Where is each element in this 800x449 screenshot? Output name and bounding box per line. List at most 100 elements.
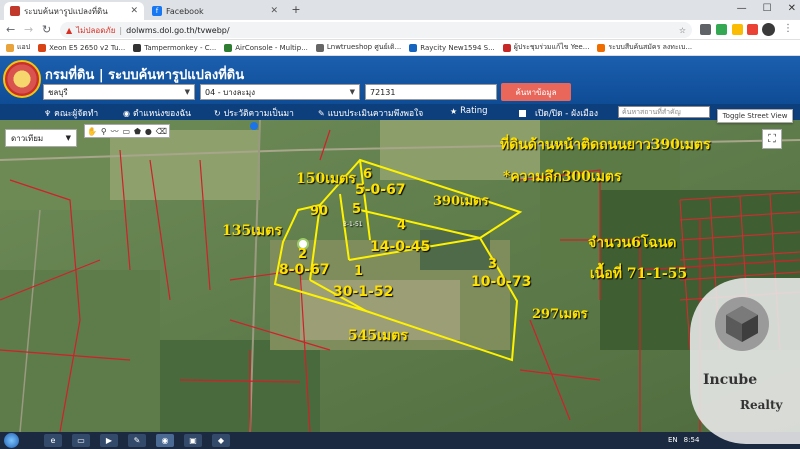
watermark-line2: Realty — [740, 398, 783, 412]
erase-icon[interactable]: ⌫ — [156, 127, 167, 136]
tab-facebook[interactable]: f Facebook ✕ — [146, 2, 284, 20]
bookmark-favicon-icon — [224, 43, 233, 52]
chevron-down-icon: ▼ — [349, 88, 355, 96]
province-select[interactable]: ชลบุรี ▼ — [43, 84, 195, 100]
map-view[interactable]: ดาวเทียม ▼ ✋ ⚲ 〰 ▭ ⬟ ● ⌫ ⛶ ที่ดินด้านหน้า… — [0, 120, 800, 432]
marker-icon[interactable]: ⚲ — [101, 127, 107, 136]
tab-strip: ระบบค้นหารูปแปลงที่ดิน ✕ f Facebook ✕ + … — [0, 0, 800, 20]
close-window-button[interactable]: ✕ — [788, 3, 796, 14]
windows-taskbar: e ▭ ▶ ✎ ◉ ▣ ◆ EN 8:54 — [0, 432, 800, 449]
bookmark-item[interactable]: ผู้ประชุมร่วมแก้ไข Yee... — [502, 42, 589, 53]
url-text: dolwms.dol.go.th/tvwebp/ — [126, 25, 230, 35]
extension-icon[interactable] — [716, 24, 727, 35]
dimension-90: 90 — [310, 204, 329, 219]
bookmark-item[interactable]: Xeon E5 2650 v2 Tu... — [38, 43, 125, 52]
trident-icon: ♆ — [44, 108, 52, 118]
edit-icon: ✎ — [318, 108, 325, 118]
bookmark-item[interactable]: Tampermonkey - C... — [133, 43, 216, 52]
profile-avatar[interactable] — [762, 23, 775, 36]
folder-icon[interactable]: ▭ — [72, 434, 90, 447]
system-tray: EN 8:54 — [668, 436, 699, 444]
minimize-button[interactable]: — — [737, 3, 747, 14]
history-icon: ↻ — [214, 108, 221, 118]
parcel-1-number: 1 — [354, 264, 364, 279]
dol-seal-icon — [3, 60, 41, 98]
watermark-line1: Incube — [703, 372, 758, 388]
site-menu-bar: ♆ คณะผู้จัดทำ ◉ ตำแหน่งของฉัน ↻ ประวัติความ… — [0, 104, 800, 120]
menu-item-zoning-toggle[interactable]: เปิด/ปิด - ผังเมือง — [519, 106, 598, 120]
apps-grid-icon — [6, 43, 14, 52]
start-button[interactable] — [4, 433, 19, 448]
bookmark-favicon-icon — [597, 43, 606, 52]
menu-item-my-location[interactable]: ◉ ตำแหน่งของฉัน — [123, 106, 191, 120]
back-arrow-icon[interactable]: ← — [6, 23, 15, 36]
menu-item-rating[interactable]: ★ Rating — [450, 106, 488, 116]
place-search-input[interactable]: ค้นหาสถานที่สำคัญ — [618, 106, 710, 118]
reload-icon[interactable]: ↻ — [42, 23, 51, 36]
menu-item-survey[interactable]: ✎ แบบประเมินความพึงพอใจ — [318, 106, 423, 120]
tab-dol-search[interactable]: ระบบค้นหารูปแปลงที่ดิน ✕ — [4, 2, 144, 20]
forward-arrow-icon[interactable]: → — [24, 23, 33, 36]
star-icon: ★ — [450, 106, 458, 116]
bookmark-item[interactable]: ระบบสืบค้นสมัคร ลงทะเบ... — [597, 42, 692, 53]
checkbox[interactable] — [519, 109, 526, 117]
district-select[interactable]: 04 - บางละมุง ▼ — [200, 84, 360, 100]
extension-icon[interactable] — [732, 24, 743, 35]
bookmark-star-icon[interactable]: ☆ — [679, 26, 686, 35]
app-icon[interactable]: ▣ — [184, 434, 202, 447]
parcel-number-input[interactable]: 72131 — [365, 84, 497, 100]
parcel-4-area: 14-0-45 — [370, 239, 431, 255]
bookmark-item[interactable]: แอป — [6, 42, 30, 53]
bookmark-favicon-icon — [38, 43, 47, 52]
parcel-5-area: 3-1-51 — [343, 221, 363, 228]
dimension-135m: 135เมตร — [222, 223, 282, 239]
street-view-toggle-button[interactable]: Toggle Street View — [717, 109, 793, 123]
page-title: กรมที่ดิน | ระบบค้นหารูปแปลงที่ดิน — [45, 68, 245, 83]
circle-icon[interactable]: ● — [145, 127, 152, 136]
polyline-icon[interactable]: 〰 — [111, 126, 119, 137]
warning-icon: ▲ — [66, 25, 73, 35]
menu-item-history[interactable]: ↻ ประวัติความเป็นมา — [214, 106, 294, 120]
bookmark-item[interactable]: Raycity New1594 S... — [409, 43, 495, 52]
rectangle-icon[interactable]: ▭ — [123, 127, 131, 136]
basemap-select[interactable]: ดาวเทียม ▼ — [5, 129, 77, 147]
url-field[interactable]: ▲ ไม่ปลอดภัย | dolwms.dol.go.th/tvwebp/ … — [60, 22, 692, 38]
kebab-menu-icon[interactable]: ⋮ — [783, 23, 793, 34]
bookmark-item[interactable]: AirConsole - Multip... — [224, 43, 308, 52]
site-header: กรมที่ดิน | ระบบค้นหารูปแปลงที่ดิน ชลบุร… — [0, 56, 800, 104]
dimension-545m: 545เมตร — [348, 328, 408, 344]
separator: | — [119, 25, 123, 35]
bookmark-favicon-icon — [315, 43, 324, 52]
new-tab-button[interactable]: + — [289, 4, 303, 18]
annotation-total-area: เนื้อที่ 71-1-55 — [590, 266, 688, 282]
pan-hand-icon[interactable]: ✋ — [87, 127, 97, 136]
clock[interactable]: 8:54 — [684, 436, 700, 444]
chrome-icon[interactable]: ◉ — [156, 434, 174, 447]
annotation-depth: *ความลึก300เมตร — [503, 169, 622, 185]
ie-icon[interactable]: e — [44, 434, 62, 447]
chevron-down-icon: ▼ — [65, 134, 71, 142]
extension-icon[interactable] — [747, 24, 758, 35]
bookmark-favicon-icon — [502, 43, 511, 52]
facebook-icon: f — [152, 6, 162, 16]
fullscreen-button[interactable]: ⛶ — [762, 129, 782, 149]
bookmark-favicon-icon — [133, 43, 142, 52]
parcel-6-area: 5-0-67 — [355, 182, 406, 198]
close-icon[interactable]: ✕ — [270, 6, 278, 16]
extension-icon[interactable] — [700, 24, 711, 35]
close-icon[interactable]: ✕ — [130, 6, 138, 16]
app-red-icon[interactable]: ◆ — [212, 434, 230, 447]
bookmark-item[interactable]: Lnwtrueshop ศูนย์เติ... — [315, 42, 401, 53]
polygon-icon[interactable]: ⬟ — [134, 127, 141, 136]
menu-item-credits[interactable]: ♆ คณะผู้จัดทำ — [44, 106, 98, 120]
location-icon: ◉ — [123, 108, 130, 118]
maximize-button[interactable]: ☐ — [763, 3, 772, 14]
language-indicator[interactable]: EN — [668, 436, 678, 444]
address-bar: ← → ↻ ▲ ไม่ปลอดภัย | dolwms.dol.go.th/tv… — [0, 20, 800, 40]
notepad-icon[interactable]: ✎ — [128, 434, 146, 447]
media-player-icon[interactable]: ▶ — [100, 434, 118, 447]
search-button[interactable]: ค้นหาข้อมูล — [501, 83, 571, 101]
parcel-3-area: 10-0-73 — [471, 274, 532, 290]
parcel-2-number: 2 — [298, 247, 308, 262]
parcel-6-number: 6 — [363, 167, 373, 182]
